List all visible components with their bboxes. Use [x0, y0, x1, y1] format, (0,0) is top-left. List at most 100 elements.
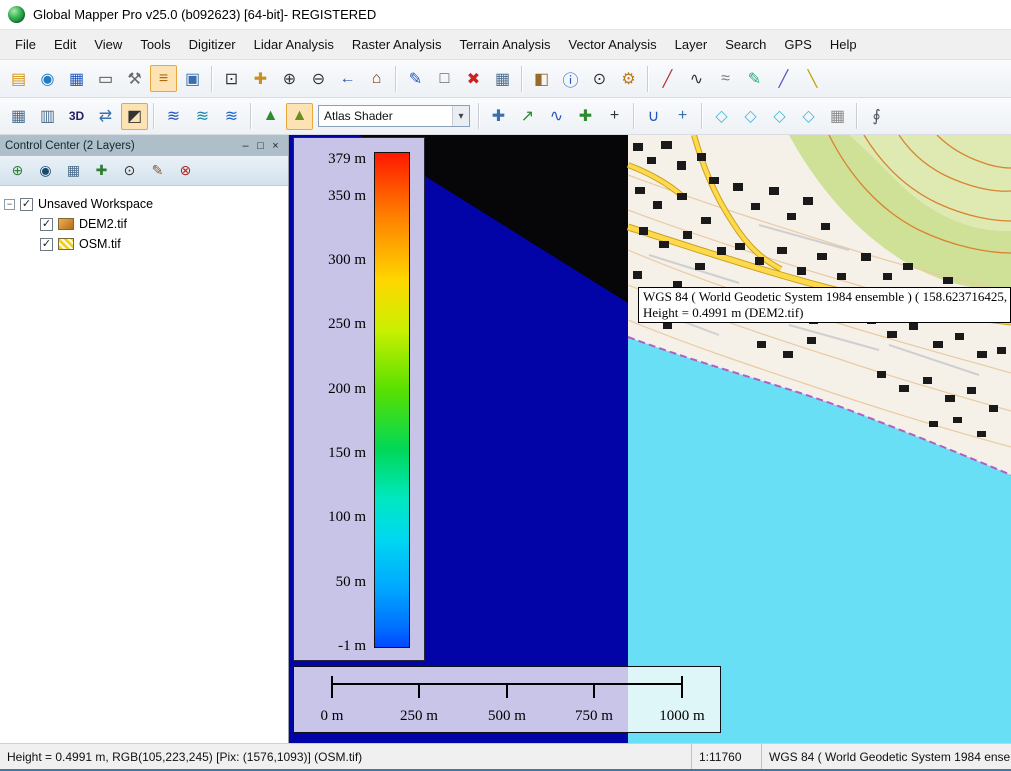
panel-close-button[interactable]: ×	[268, 140, 283, 152]
zoom-features-button[interactable]: ↗	[514, 103, 541, 130]
previous-view-button[interactable]: ←	[334, 65, 361, 92]
cascade-windows-button[interactable]: ▥	[34, 103, 61, 130]
vertex-insert-button[interactable]: +	[669, 103, 696, 130]
layer-style-picker-button[interactable]: ✎	[146, 159, 169, 182]
menu-terrain-analysis[interactable]: Terrain Analysis	[450, 30, 559, 60]
panel-minimize-button[interactable]: –	[238, 140, 253, 152]
zoom-rect-button[interactable]: ⊡	[218, 65, 245, 92]
map-layout-button[interactable]: ▣	[179, 65, 206, 92]
menu-gps[interactable]: GPS	[775, 30, 820, 60]
tree-row-layer-dem2[interactable]: ✓ DEM2.tif	[4, 214, 284, 234]
menu-lidar-analysis[interactable]: Lidar Analysis	[245, 30, 343, 60]
close-layer-button[interactable]: ⊗	[174, 159, 197, 182]
open-file-button[interactable]: ▤	[5, 65, 32, 92]
create-line-button[interactable]: ∿	[683, 65, 710, 92]
split-screen-button[interactable]: ◩	[121, 103, 148, 130]
hill-shade-button[interactable]: ▲	[257, 103, 284, 130]
move-vertex-button[interactable]: ✚	[572, 103, 599, 130]
scale-label: 1000 m	[659, 708, 704, 725]
create-text-button[interactable]: ✎	[741, 65, 768, 92]
legend-label: 300 m	[294, 252, 366, 268]
menu-digitizer[interactable]: Digitizer	[180, 30, 245, 60]
delete-feature-button[interactable]: ✖	[460, 65, 487, 92]
menu-view[interactable]: View	[85, 30, 131, 60]
menu-search[interactable]: Search	[716, 30, 775, 60]
menu-raster-analysis[interactable]: Raster Analysis	[343, 30, 451, 60]
edit-vertices-button[interactable]: ∿	[543, 103, 570, 130]
menu-layer[interactable]: Layer	[666, 30, 717, 60]
lidar-extract-button[interactable]: ≋	[218, 103, 245, 130]
pan-tool-button[interactable]: ✚	[247, 65, 274, 92]
layer-metadata-button[interactable]: ◉	[34, 159, 57, 182]
atlas-shader-button[interactable]: ▲	[286, 103, 313, 130]
elevation-layer-icon	[58, 218, 74, 230]
combine-areas-button[interactable]: ◇	[708, 103, 735, 130]
control-center-title: Control Center (2 Layers)	[5, 140, 238, 152]
feature-attributes-button[interactable]: ▦	[489, 65, 516, 92]
paperclip-measure-button[interactable]: ∮	[863, 103, 890, 130]
tooltip-line-2: Height = 0.4991 m (DEM2.tif)	[643, 305, 1006, 321]
legend-label: 350 m	[294, 188, 366, 204]
window-title: Global Mapper Pro v25.0 (b092623) [64-bi…	[33, 7, 376, 22]
menu-vector-analysis[interactable]: Vector Analysis	[560, 30, 666, 60]
status-spacer	[480, 744, 691, 769]
menu-edit[interactable]: Edit	[45, 30, 85, 60]
chevron-down-icon[interactable]: ▾	[452, 106, 469, 126]
zoom-out-button[interactable]: ⊖	[305, 65, 332, 92]
configure-button[interactable]: ⚒	[121, 65, 148, 92]
layer-checkbox-osm[interactable]: ✓	[40, 238, 53, 251]
intersect-areas-button[interactable]: ◇	[737, 103, 764, 130]
view-3d-button[interactable]: 3D	[63, 103, 90, 130]
toolbar-separator	[647, 66, 649, 92]
find-layer-button[interactable]: ⊙	[118, 159, 141, 182]
legend-label: 250 m	[294, 316, 366, 332]
lidar-filter-button[interactable]: ≋	[189, 103, 216, 130]
tree-row-workspace[interactable]: − ✓ Unsaved Workspace	[4, 194, 284, 214]
attribute-table-button[interactable]: ▦	[62, 159, 85, 182]
curve-tool-button[interactable]: ∪	[640, 103, 667, 130]
pan-features-button[interactable]: ✚	[485, 103, 512, 130]
feature-info-button[interactable]: ⓘ	[557, 65, 584, 92]
menu-tools[interactable]: Tools	[131, 30, 179, 60]
search-info-button[interactable]: ⊙	[586, 65, 613, 92]
create-point-button[interactable]: ╱	[654, 65, 681, 92]
swap-views-button[interactable]: ⇄	[92, 103, 119, 130]
zoom-in-button[interactable]: ⊕	[276, 65, 303, 92]
panel-restore-button[interactable]: □	[253, 140, 268, 152]
cut-areas-button[interactable]: ◇	[766, 103, 793, 130]
online-data-button[interactable]: ◉	[34, 65, 61, 92]
legend-label: 379 m	[294, 151, 366, 167]
full-extent-button[interactable]: ⌂	[363, 65, 390, 92]
create-area-button[interactable]: ≈	[712, 65, 739, 92]
menu-help[interactable]: Help	[821, 30, 866, 60]
sketch-tool-button[interactable]: ╱	[770, 65, 797, 92]
options-gear-button[interactable]: ⚙	[615, 65, 642, 92]
scale-label: 500 m	[488, 708, 526, 725]
layer-checkbox-dem2[interactable]: ✓	[40, 218, 53, 231]
collapse-icon[interactable]: −	[4, 199, 15, 210]
snap-vertex-button[interactable]: +	[601, 103, 628, 130]
map-scale-bar: 0 m 250 m 500 m 750 m 1000 m	[293, 666, 721, 733]
zoom-to-layer-button[interactable]: ⊕	[6, 159, 29, 182]
select-features-button[interactable]: □	[431, 65, 458, 92]
add-layer-button[interactable]: ✚	[90, 159, 113, 182]
menu-file[interactable]: File	[6, 30, 45, 60]
clear-selection-button[interactable]: ◧	[528, 65, 555, 92]
map-viewport[interactable]: 379 m 350 m 300 m 250 m 200 m 150 m 100 …	[289, 135, 1011, 743]
shader-combobox[interactable]: Atlas Shader ▾	[318, 105, 470, 127]
workspace-checkbox[interactable]: ✓	[20, 198, 33, 211]
control-center-panel: Control Center (2 Layers) – □ × ⊕ ◉ ▦ ✚ …	[0, 135, 289, 743]
control-center-button[interactable]: ≡	[150, 65, 177, 92]
copy-areas-button[interactable]: ◇	[795, 103, 822, 130]
fullscreen-view-button[interactable]: ▭	[92, 65, 119, 92]
status-message: Height = 0.4991 m, RGB(105,223,245) [Pix…	[0, 744, 480, 769]
tree-row-layer-osm[interactable]: ✓ OSM.tif	[4, 234, 284, 254]
range-ring-button[interactable]: ╲	[799, 65, 826, 92]
tile-windows-button[interactable]: ▦	[5, 103, 32, 130]
control-center-header[interactable]: Control Center (2 Layers) – □ ×	[0, 135, 288, 156]
save-workspace-button[interactable]: ▦	[63, 65, 90, 92]
grid-tool-button[interactable]: ▦	[824, 103, 851, 130]
lidar-qc-button[interactable]: ≋	[160, 103, 187, 130]
scale-bar-ruler	[294, 667, 720, 707]
digitizer-tool-button[interactable]: ✎	[402, 65, 429, 92]
